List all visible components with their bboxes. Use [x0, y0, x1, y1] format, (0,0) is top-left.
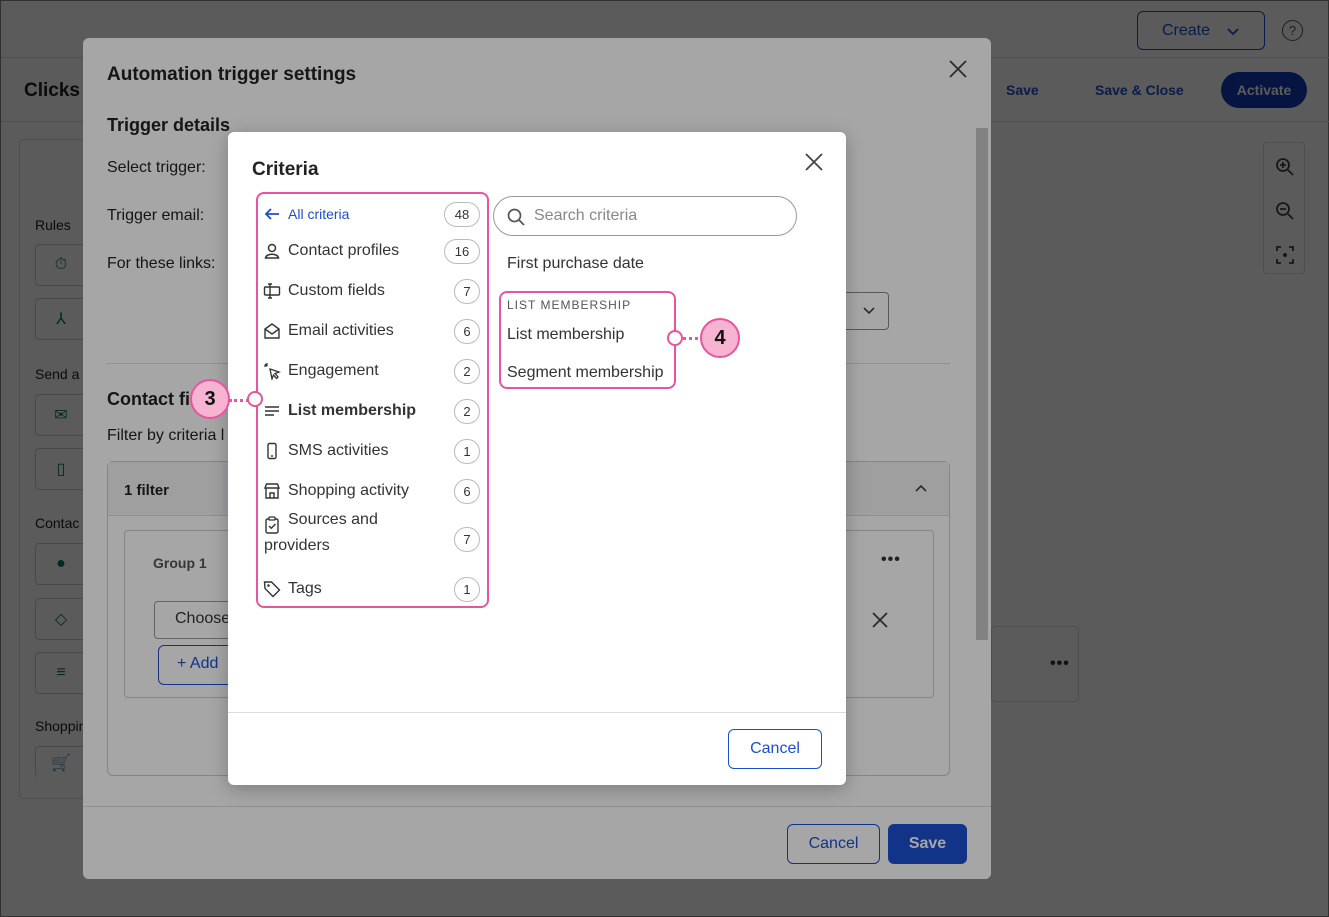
custom-field-icon	[263, 283, 281, 299]
person-icon	[264, 243, 280, 259]
category-label: Email activities	[288, 322, 394, 339]
cursor-click-icon	[264, 363, 281, 380]
criteria-cancel-button[interactable]: Cancel	[728, 729, 822, 769]
list-membership-section: LIST MEMBERSHIP List membership Segment …	[499, 291, 676, 389]
category-count: 7	[454, 527, 480, 552]
section-header: LIST MEMBERSHIP	[507, 298, 632, 312]
callout-4-anchor	[667, 330, 683, 346]
category-sources-providers[interactable]: Sources and providers 7	[258, 509, 486, 569]
category-count: 16	[444, 238, 480, 264]
category-label: All criteria	[288, 206, 350, 222]
category-label: Contact profiles	[288, 242, 400, 259]
category-count: 2	[454, 358, 480, 384]
category-tags[interactable]: Tags 1	[258, 569, 486, 609]
mobile-phone-icon	[267, 442, 277, 460]
list-lines-icon	[265, 406, 279, 416]
category-list: All criteria 48 Contact profiles 16 Cust…	[256, 192, 489, 608]
category-count: 7	[454, 278, 480, 304]
callout-3-anchor	[247, 391, 263, 407]
category-label: Custom fields	[288, 282, 385, 299]
clipboard-check-icon	[265, 516, 279, 534]
category-all-criteria[interactable]: All criteria 48	[258, 194, 486, 234]
category-label: List membership	[288, 402, 417, 419]
criteria-first-purchase-date[interactable]: First purchase date	[507, 255, 644, 273]
category-label-line2: providers	[264, 537, 330, 554]
category-list-membership[interactable]: List membership 2	[258, 391, 486, 431]
tag-icon	[263, 581, 281, 598]
category-count: 6	[454, 478, 480, 504]
category-count: 2	[454, 398, 480, 424]
arrow-left-icon	[264, 208, 279, 220]
category-label: Shopping activity	[288, 482, 409, 499]
category-email-activities[interactable]: Email activities 6	[258, 311, 486, 351]
category-count: 1	[454, 576, 480, 602]
search-icon	[507, 208, 525, 226]
category-count: 6	[454, 318, 480, 344]
callout-3-badge: 3	[190, 379, 230, 419]
category-custom-fields[interactable]: Custom fields 7	[258, 271, 486, 311]
storefront-icon	[263, 483, 281, 499]
category-contact-profiles[interactable]: Contact profiles 16	[258, 231, 486, 271]
modal-footer-divider	[228, 712, 846, 713]
category-shopping-activity[interactable]: Shopping activity 6	[258, 471, 486, 511]
criteria-modal: Criteria All criteria 48 Contact profile…	[228, 132, 846, 785]
close-icon[interactable]	[804, 152, 824, 172]
search-field[interactable]	[493, 196, 797, 236]
category-sms-activities[interactable]: SMS activities 1	[258, 431, 486, 471]
criteria-segment-membership[interactable]: Segment membership	[507, 364, 664, 382]
category-label: Tags	[288, 580, 322, 597]
category-count: 48	[444, 201, 480, 227]
category-label: Engagement	[288, 362, 379, 379]
callout-4-badge: 4	[700, 318, 740, 358]
category-label: SMS activities	[288, 442, 389, 459]
category-count: 1	[454, 438, 480, 464]
category-engagement[interactable]: Engagement 2	[258, 351, 486, 391]
criteria-list-membership[interactable]: List membership	[507, 326, 624, 344]
envelope-open-icon	[264, 323, 280, 339]
search-input[interactable]	[534, 205, 784, 227]
criteria-title: Criteria	[252, 159, 319, 180]
category-label: Sources and	[288, 511, 378, 528]
